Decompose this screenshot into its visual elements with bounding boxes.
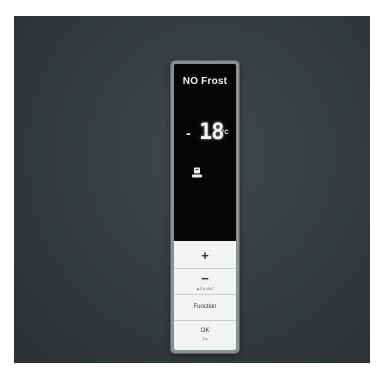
brand-logo: NO Frost (182, 76, 228, 87)
temperature-unit: °C (222, 130, 229, 136)
control-panel: NO Frost - 18 °C + − ▲3 s VAC Function O… (174, 64, 236, 350)
function-label: Function (193, 304, 217, 310)
fridge-mode-icon (192, 167, 202, 178)
lcd-display: NO Frost - 18 °C (174, 64, 236, 239)
temperature-sign: - (186, 125, 191, 141)
button-strip: + − ▲3 s VAC Function OK 3 s (174, 241, 236, 350)
ok-label: OK (200, 327, 210, 334)
decrease-button[interactable]: − ▲3 s VAC (174, 269, 236, 295)
increase-label: + (201, 247, 209, 263)
function-button[interactable]: Function (174, 295, 236, 321)
fridge-door: NO Frost - 18 °C + − ▲3 s VAC Function O… (14, 16, 370, 363)
control-panel-bezel: NO Frost - 18 °C + − ▲3 s VAC Function O… (171, 61, 239, 353)
ok-sublabel: 3 s (202, 335, 208, 341)
temperature-readout: - 18 °C (174, 120, 236, 145)
temperature-value: 18 (199, 120, 224, 145)
decrease-sublabel: ▲3 s VAC (195, 285, 215, 291)
decrease-label: − (201, 270, 209, 286)
ok-button[interactable]: OK 3 s (174, 321, 236, 347)
increase-button[interactable]: + (174, 243, 236, 269)
